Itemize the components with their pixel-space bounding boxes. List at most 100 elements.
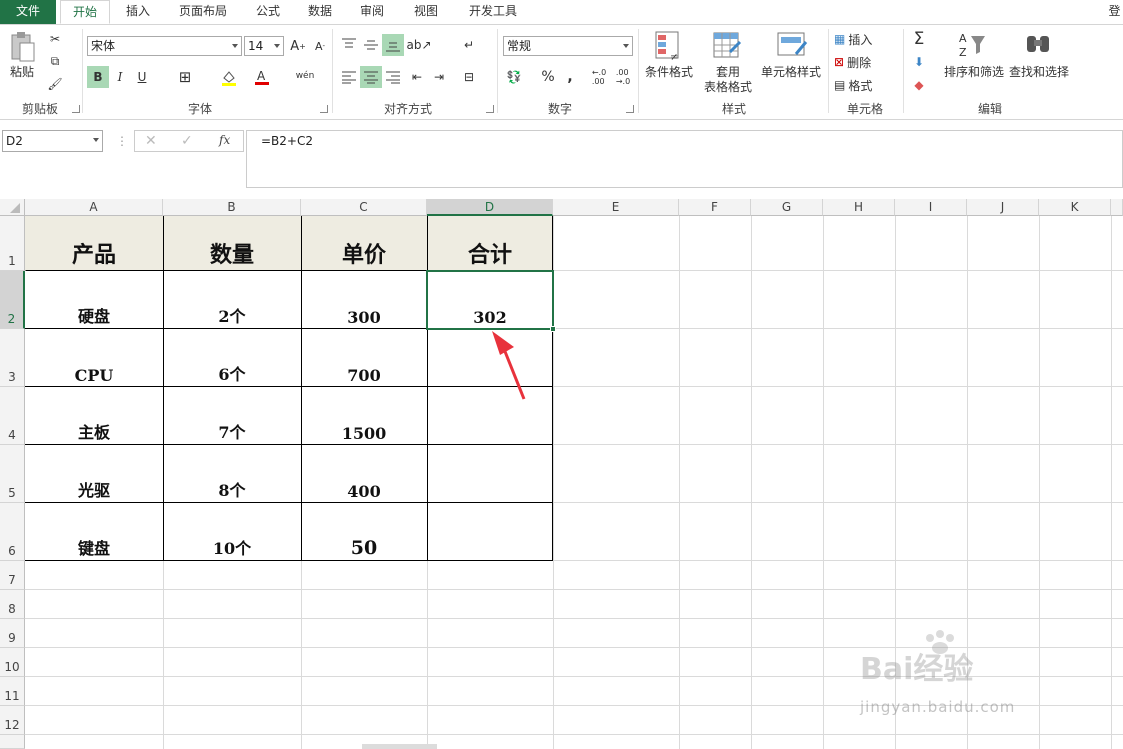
increase-font-icon[interactable]: A + [287, 35, 309, 57]
row-header-1[interactable]: 1 [0, 216, 25, 271]
row-header-9[interactable]: 9 [0, 619, 25, 648]
conditional-format-icon[interactable]: ≠ [654, 30, 684, 63]
font-color-icon[interactable]: A [251, 66, 273, 88]
underline-button[interactable]: U [131, 66, 153, 88]
table-format-button[interactable]: 套用 表格格式 [700, 65, 756, 95]
autosum-button[interactable]: Σ [908, 28, 930, 50]
insert-cells-button[interactable]: ▦ 插入 [834, 29, 894, 49]
table-format-label-1: 套用 [715, 65, 740, 79]
enter-icon[interactable]: ✓ [181, 133, 193, 149]
fill-icon[interactable]: ⬇ [908, 51, 930, 73]
tab-view[interactable]: 视图 [404, 0, 448, 24]
format-painter-icon[interactable]: 🖌 [44, 73, 66, 95]
column-header-a[interactable]: A [25, 199, 163, 216]
find-select-button[interactable]: 查找和选择 [1006, 65, 1072, 80]
row-header-10[interactable]: 10 [0, 648, 25, 677]
font-launcher-icon[interactable] [320, 105, 328, 113]
row-header-6[interactable]: 6 [0, 503, 25, 561]
column-header-l[interactable] [1111, 199, 1123, 216]
currency-icon[interactable]: 💱 [503, 66, 525, 88]
clipboard-launcher-icon[interactable] [72, 105, 80, 113]
row-header-12[interactable]: 12 [0, 706, 25, 735]
tab-page-layout[interactable]: 页面布局 [168, 0, 238, 24]
decrease-font-icon[interactable]: A- [309, 35, 331, 57]
tab-formulas[interactable]: 公式 [246, 0, 290, 24]
column-header-c[interactable]: C [301, 199, 427, 216]
chevron-down-icon [274, 44, 280, 48]
align-top-icon[interactable] [338, 34, 360, 56]
cell-styles-icon[interactable] [776, 30, 808, 62]
select-all-corner[interactable] [0, 199, 25, 216]
align-center-icon[interactable] [360, 66, 382, 88]
font-size-combo[interactable]: 14 [244, 36, 284, 56]
formula-input[interactable]: =B2+C2 [246, 130, 1123, 188]
tab-home[interactable]: 开始 [60, 0, 110, 24]
tab-file[interactable]: 文件 [0, 0, 56, 24]
row-header-13[interactable] [0, 735, 25, 749]
tab-review[interactable]: 审阅 [350, 0, 394, 24]
tab-insert[interactable]: 插入 [116, 0, 160, 24]
comma-button[interactable]: , [559, 66, 581, 88]
align-bottom-icon[interactable] [382, 34, 404, 56]
column-header-d[interactable]: D [427, 199, 553, 216]
cut-icon[interactable]: ✂ [44, 28, 66, 50]
align-middle-icon[interactable] [360, 34, 382, 56]
clear-icon[interactable]: ◆ [908, 74, 930, 96]
copy-icon[interactable]: ⧉ [44, 50, 66, 72]
align-left-icon[interactable] [338, 66, 360, 88]
svg-text:A: A [257, 69, 266, 83]
row-header-11[interactable]: 11 [0, 677, 25, 706]
number-format-combo[interactable]: 常规 [503, 36, 633, 56]
paste-icon[interactable] [8, 31, 36, 65]
row-header-5[interactable]: 5 [0, 445, 25, 503]
orientation-icon[interactable]: ab↗ [406, 34, 431, 56]
insert-function-button[interactable]: fx [219, 133, 230, 147]
cancel-icon[interactable]: ✕ [145, 133, 157, 149]
phonetic-button[interactable]: wén [294, 65, 316, 87]
alignment-launcher-icon[interactable] [486, 105, 494, 113]
number-launcher-icon[interactable] [626, 105, 634, 113]
italic-button[interactable]: I [109, 66, 131, 88]
cell-styles-button[interactable]: 单元格样式 [758, 65, 824, 80]
font-name-combo[interactable]: 宋体 [87, 36, 242, 56]
tab-data[interactable]: 数据 [298, 0, 342, 24]
sort-filter-icon[interactable]: AZ [958, 30, 988, 60]
row-header-3[interactable]: 3 [0, 329, 25, 387]
horizontal-scrollbar[interactable] [362, 744, 437, 749]
column-header-j[interactable]: J [967, 199, 1039, 216]
paste-button[interactable]: 粘贴 [4, 65, 40, 80]
fill-color-icon[interactable] [218, 66, 240, 88]
align-right-icon[interactable] [382, 66, 404, 88]
column-header-e[interactable]: E [553, 199, 679, 216]
merge-center-icon[interactable]: ⊟ [458, 66, 480, 88]
sort-filter-button[interactable]: 排序和筛选 [942, 65, 1006, 80]
format-cells-button[interactable]: ▤ 格式 [834, 75, 894, 95]
column-header-f[interactable]: F [679, 199, 751, 216]
decrease-decimal-icon[interactable]: .00 →.0 [612, 66, 634, 88]
border-icon[interactable]: ⊞ [174, 66, 196, 88]
table-format-icon[interactable] [712, 30, 742, 62]
row-header-4[interactable]: 4 [0, 387, 25, 445]
login-link[interactable]: 登 [1106, 0, 1123, 24]
chevron-down-icon [232, 44, 238, 48]
column-header-b[interactable]: B [163, 199, 301, 216]
wrap-text-icon[interactable]: ↵ [458, 34, 480, 56]
increase-indent-icon[interactable]: ⇥ [428, 66, 450, 88]
row-header-7[interactable]: 7 [0, 561, 25, 590]
delete-cells-button[interactable]: ⊠ 删除 [834, 52, 894, 72]
row-header-2[interactable]: 2 [0, 271, 25, 329]
row-header-8[interactable]: 8 [0, 590, 25, 619]
name-box[interactable]: D2 [2, 130, 103, 152]
column-header-g[interactable]: G [751, 199, 823, 216]
conditional-format-button[interactable]: 条件格式 [642, 65, 696, 80]
column-header-i[interactable]: I [895, 199, 967, 216]
tab-developer[interactable]: 开发工具 [458, 0, 528, 24]
increase-decimal-icon[interactable]: ←.0.00 [588, 66, 610, 88]
column-header-k[interactable]: K [1039, 199, 1111, 216]
bold-button[interactable]: B [87, 66, 109, 88]
decrease-indent-icon[interactable]: ⇤ [406, 66, 428, 88]
percent-button[interactable]: % [537, 66, 559, 88]
column-header-h[interactable]: H [823, 199, 895, 216]
fill-handle[interactable] [550, 326, 556, 332]
find-select-icon[interactable] [1024, 30, 1054, 60]
